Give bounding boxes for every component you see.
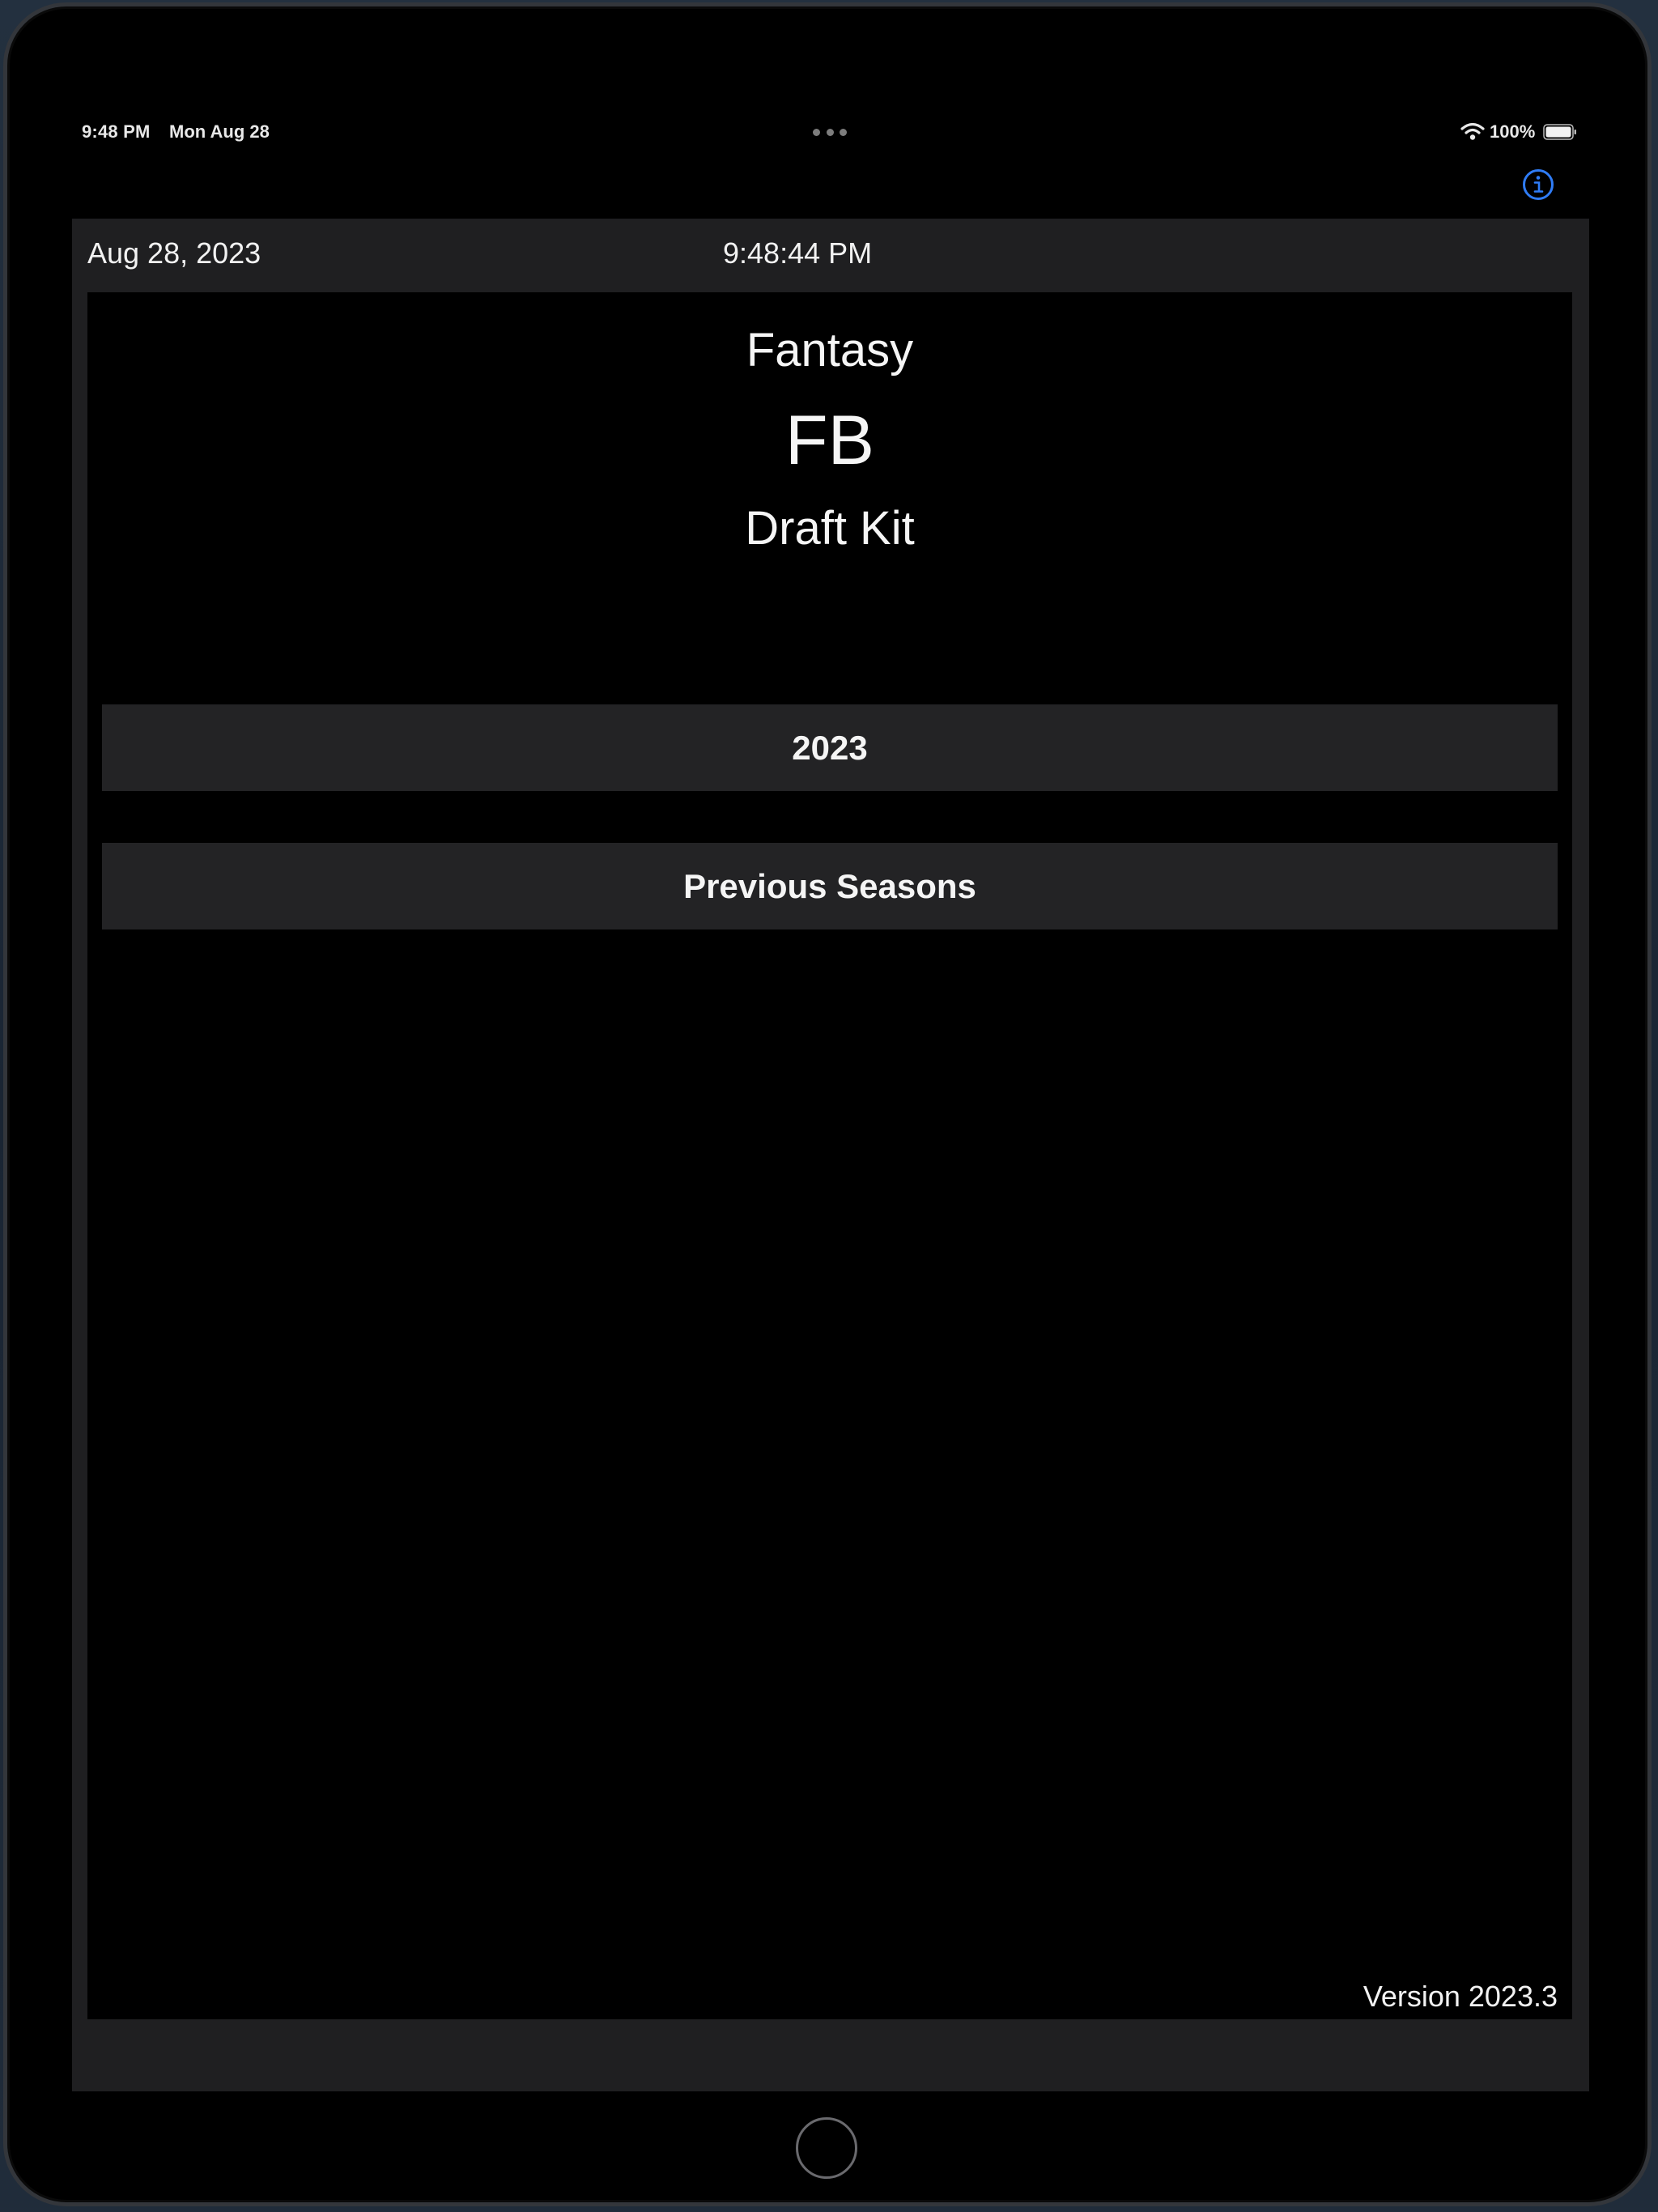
status-time: 9:48 PM [82,121,151,142]
version-label: Version 2023.3 [1363,1980,1558,2013]
app-title-fantasy: Fantasy [746,324,914,376]
battery-full-icon [1543,124,1576,140]
header-date: Aug 28, 2023 [87,236,261,270]
ellipsis-dots-icon[interactable] [813,129,847,137]
previous-seasons-button[interactable]: Previous Seasons [102,843,1558,929]
header-time: 9:48:44 PM [723,236,873,270]
wifi-icon [1460,122,1485,140]
main-content: Fantasy FB Draft Kit 2023 Previous Seaso… [87,292,1572,2019]
battery-percent: 100% [1490,121,1536,142]
home-button[interactable] [796,2117,857,2179]
app-title-fb: FB [785,402,874,479]
info-circle-icon[interactable] [1521,168,1555,202]
season-2023-button[interactable]: 2023 [102,704,1558,791]
app-title-draft-kit: Draft Kit [745,502,915,555]
status-date: Mon Aug 28 [169,121,270,142]
